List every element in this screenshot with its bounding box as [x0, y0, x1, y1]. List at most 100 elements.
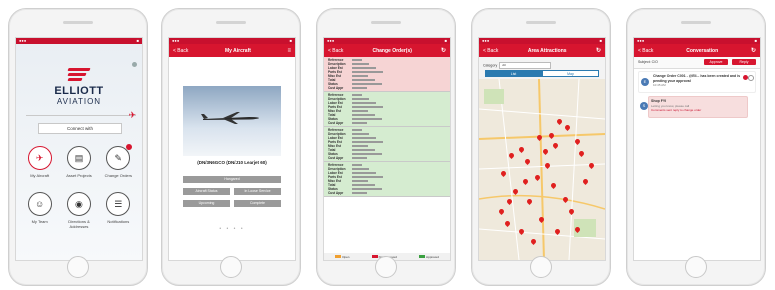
menu-grid: ✈ My Aircraft ▤ Asset Projects ✎ Change Order…: [20, 144, 138, 229]
field-row: Cust Appr: [324, 156, 450, 160]
complete-button[interactable]: Complete: [234, 200, 281, 207]
nav-title: Change Order(s): [372, 47, 412, 54]
avatar: E: [641, 78, 649, 86]
jet-icon: [201, 112, 259, 124]
change-order-item[interactable]: Reference Description Labor Est Parts Est Mi…: [324, 92, 450, 127]
back-button[interactable]: < Back: [328, 48, 343, 54]
home-button[interactable]: [530, 256, 552, 278]
aircraft-icon: ✈: [27, 146, 52, 170]
aircraft-status-button[interactable]: Aircraft Status: [183, 188, 230, 195]
team-icon: ☺: [27, 192, 52, 216]
menu-tile-label: Notifications: [107, 219, 130, 224]
nav-bar: < Back Change Order(s) ↻: [324, 44, 450, 57]
phone-frame: ●●● ■ < Back Area Attractions ↻ Category A…: [471, 8, 611, 286]
menu-tile-label: My Team: [31, 219, 48, 224]
speaker: [526, 21, 556, 24]
location-icon: ◉: [66, 192, 91, 216]
menu-tile[interactable]: ✈ My Aircraft: [20, 146, 59, 178]
menu-tile-label: Change Orders: [104, 173, 132, 178]
phone-frame: ●●● ■ < Back Conversation ↻ Subject: C/O …: [626, 8, 766, 286]
approve-button[interactable]: Approve: [704, 59, 728, 65]
legend-approved: Approved: [419, 255, 439, 259]
menu-icon[interactable]: ≡: [287, 48, 291, 54]
plane-icon: ✈: [128, 110, 136, 120]
back-button[interactable]: < Back: [483, 48, 498, 54]
phone-frame: ●●● ■ ELLIOTT AVIATION ✈ Connect with ✈ My…: [8, 8, 148, 286]
map-tab[interactable]: Map: [542, 70, 599, 77]
conversation-screen: ●●● ■ < Back Conversation ↻ Subject: C/O …: [633, 37, 761, 261]
hangared-button[interactable]: Hangared: [183, 176, 281, 183]
message-item[interactable]: Shop FYI Letting you know, please call C…: [648, 96, 748, 118]
menu-tile[interactable]: ☺ My Team: [20, 192, 59, 229]
field-label: Cust Appr: [328, 121, 344, 125]
field-row: Cust Appr: [324, 86, 450, 90]
nav-title: My Aircraft: [224, 47, 251, 54]
nav-title: Area Attractions: [527, 47, 567, 54]
message-time: 10:45 AM: [653, 83, 666, 87]
info-icon: [748, 75, 754, 81]
phone-frame: ●●● ■ < Back Change Order(s) ↻ Reference D…: [316, 8, 456, 286]
home-screen: ●●● ■ ELLIOTT AVIATION ✈ Connect with ✈ My…: [15, 37, 143, 261]
message-item[interactable]: E Change Order C001 - @Ell... has been c…: [638, 71, 756, 93]
page-indicator: • • • •: [219, 226, 245, 232]
reply-button[interactable]: Reply: [732, 59, 756, 65]
message-link[interactable]: Comments sent reply to change order: [651, 108, 745, 113]
field-value: [352, 191, 367, 195]
home-button[interactable]: [220, 256, 242, 278]
legend-open: Open: [335, 255, 349, 259]
aircraft-title: (DN/3N6GCO (DN/J10 Learjet 60): [197, 160, 267, 165]
speaker: [63, 21, 93, 24]
speaker: [216, 21, 246, 24]
nav-bar: < Back Area Attractions ↻: [479, 44, 605, 57]
phone-frame: ●●● ■ < Back My Aircraft ≡ (DN/3N6GCO (DN…: [161, 8, 301, 286]
change-order-list: Reference Description Labor Est Parts Est Mi…: [324, 57, 450, 197]
home-button[interactable]: [67, 256, 89, 278]
category-select[interactable]: All: [499, 62, 552, 69]
speaker: [371, 21, 401, 24]
upcoming-button[interactable]: Upcoming: [183, 200, 230, 207]
nav-bar: < Back My Aircraft ≡: [169, 44, 295, 57]
field-row: Cust Appr: [324, 121, 450, 125]
area-attractions-screen: ●●● ■ < Back Area Attractions ↻ Category A…: [478, 37, 606, 261]
menu-tile[interactable]: ▤ Asset Projects: [59, 146, 98, 178]
field-value: [352, 121, 367, 125]
notification-badge: [126, 144, 133, 150]
refresh-icon[interactable]: ↻: [441, 47, 446, 54]
menu-tile[interactable]: ✎ Change Orders: [99, 144, 138, 178]
settings-icon[interactable]: [132, 62, 137, 67]
menu-tile[interactable]: ☰ Notifications: [99, 192, 138, 229]
connect-with-bar[interactable]: Connect with: [38, 123, 122, 134]
logo-word: ELLIOTT: [54, 85, 104, 97]
refresh-icon[interactable]: ↻: [596, 47, 601, 54]
notification-icon: ☰: [106, 192, 131, 216]
nav-title: Conversation: [686, 47, 719, 54]
map-view[interactable]: [479, 79, 605, 260]
loose-service-button[interactable]: In Loose Service: [234, 188, 281, 195]
filter-label: Category: [483, 63, 498, 68]
change-order-item[interactable]: Reference Description Labor Est Parts Est Mi…: [324, 127, 450, 162]
subject-label: Subject: C/O: [638, 60, 658, 64]
conversation-header: Subject: C/O Approve Reply: [634, 57, 760, 69]
field-row: Cust Appr: [324, 191, 450, 195]
field-value: [352, 156, 367, 160]
view-toggle: List Map: [485, 70, 599, 77]
change-orders-icon: ✎: [106, 144, 133, 170]
home-button[interactable]: [685, 256, 707, 278]
list-tab[interactable]: List: [485, 70, 542, 77]
home-button[interactable]: [375, 256, 397, 278]
menu-tile-label: Directions & Addresses: [68, 219, 90, 229]
field-label: Cust Appr: [328, 156, 344, 160]
change-order-item[interactable]: Reference Description Labor Est Parts Est Mi…: [324, 57, 450, 92]
refresh-icon[interactable]: ↻: [751, 47, 756, 54]
back-button[interactable]: < Back: [638, 48, 653, 54]
back-button[interactable]: < Back: [173, 48, 188, 54]
change-order-item[interactable]: Reference Description Labor Est Parts Est Mi…: [324, 162, 450, 197]
map-roads: [479, 79, 605, 260]
menu-tile-label: Asset Projects: [66, 173, 92, 178]
menu-tile[interactable]: ◉ Directions & Addresses: [59, 192, 98, 229]
change-orders-screen: ●●● ■ < Back Change Order(s) ↻ Reference D…: [323, 37, 451, 261]
status-bar: ●●● ■: [16, 38, 142, 44]
logo-mark-icon: [67, 68, 91, 84]
avatar: S: [640, 102, 648, 110]
document-icon: ▤: [66, 146, 91, 170]
